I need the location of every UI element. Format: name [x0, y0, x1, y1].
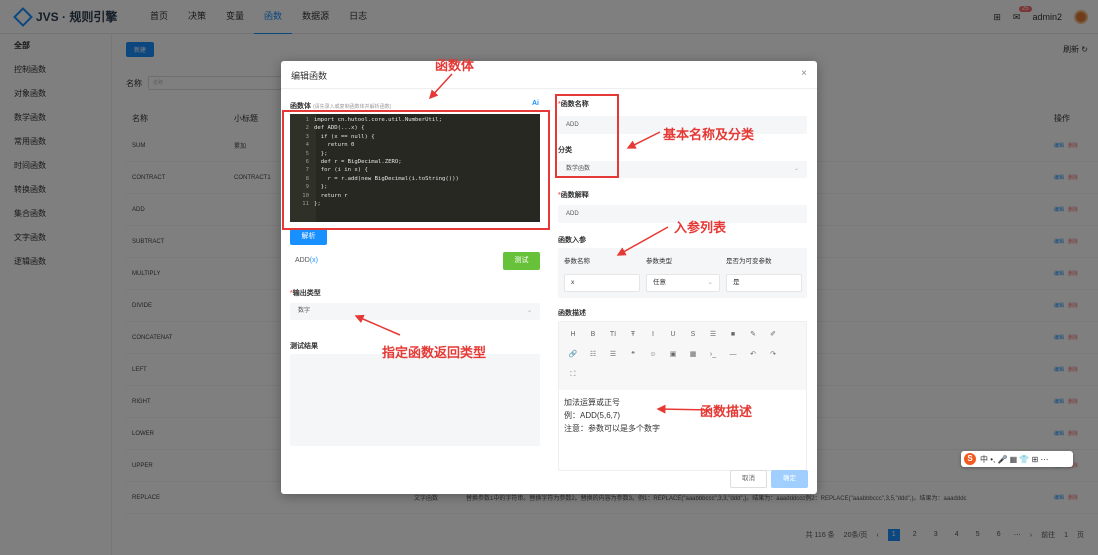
ime-logo-icon: S	[964, 453, 976, 465]
annotation-arrows	[354, 73, 713, 414]
ime-toolbar[interactable]: S 中 •, 🎤 ▦ 👕 ⊞ ⋯	[961, 451, 1073, 467]
ime-text: 中 •, 🎤 ▦ 👕 ⊞ ⋯	[980, 454, 1049, 464]
